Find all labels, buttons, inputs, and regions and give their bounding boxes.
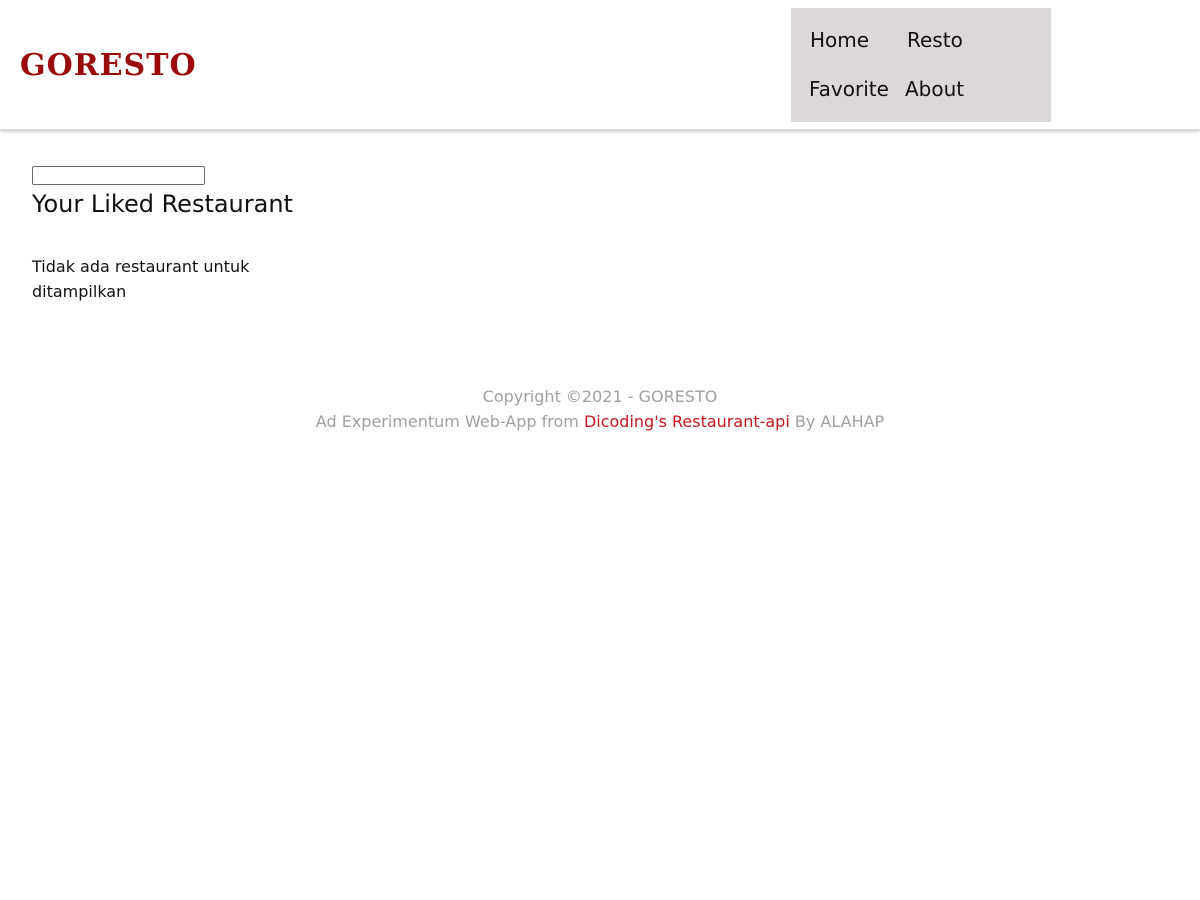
brand-logo[interactable]: GORESTO bbox=[20, 46, 197, 86]
main-navigation: Home Resto Favorite About bbox=[791, 8, 1051, 122]
page-title: Your Liked Restaurant bbox=[32, 190, 293, 218]
credit-suffix: By ALAHAP bbox=[794, 412, 885, 431]
page-footer: Copyright ©2021 - GORESTO Ad Experimentu… bbox=[0, 384, 1200, 434]
nav-home-link[interactable]: Home bbox=[810, 26, 869, 54]
nav-about-link[interactable]: About bbox=[905, 75, 964, 103]
empty-restaurant-message: Tidak ada restaurant untuk ditampilkan bbox=[32, 257, 250, 301]
search-input[interactable] bbox=[32, 166, 205, 185]
nav-favorite-link[interactable]: Favorite bbox=[809, 75, 889, 103]
copyright-text: Copyright ©2021 - GORESTO bbox=[482, 387, 718, 406]
nav-resto-link[interactable]: Resto bbox=[907, 26, 963, 54]
credit-prefix: Ad Experimentum Web-App from bbox=[315, 412, 579, 431]
api-credit-link[interactable]: Dicoding's Restaurant-api bbox=[584, 412, 790, 431]
app-header: GORESTO Home Resto Favorite About bbox=[0, 0, 1200, 130]
credit-line: Ad Experimentum Web-App from Dicoding's … bbox=[0, 409, 1200, 434]
